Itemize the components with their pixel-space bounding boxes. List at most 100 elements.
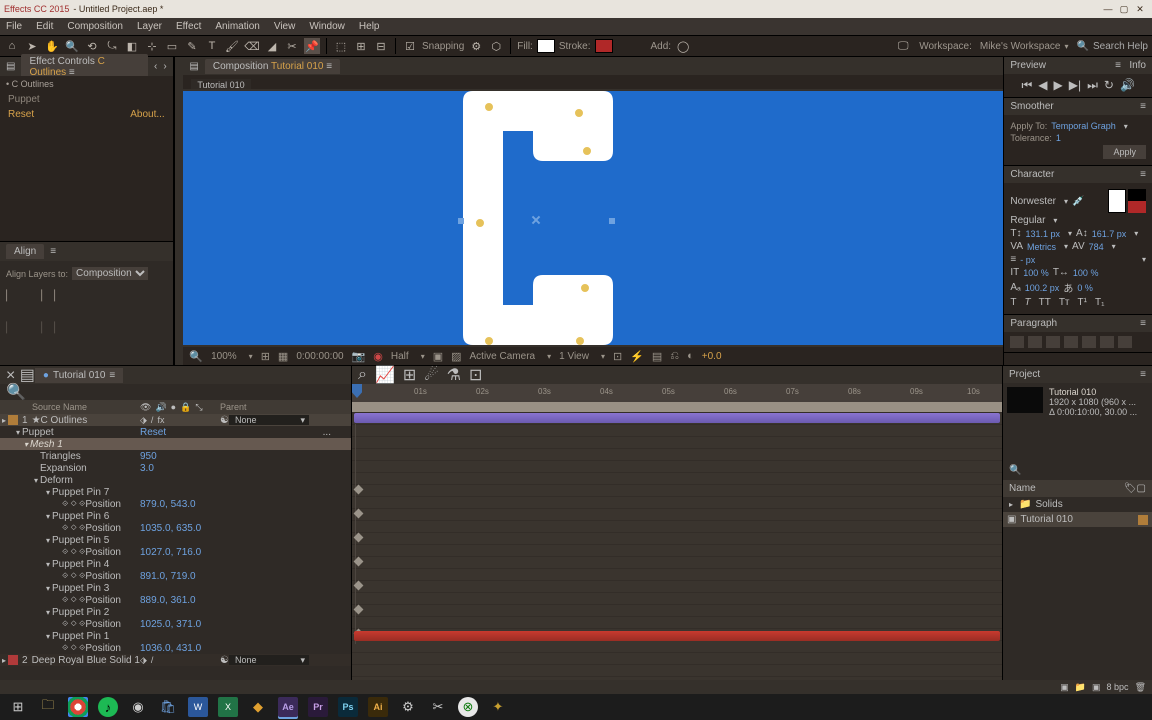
layer-row[interactable]: ▸1★ C Outlines ⬗/fx ☯None xyxy=(0,414,351,426)
parent-dropdown[interactable]: None xyxy=(229,415,309,425)
view-layout[interactable]: 1 View xyxy=(559,351,589,362)
project-item[interactable]: ▣Tutorial 010 xyxy=(1003,512,1152,527)
position-row[interactable]: ⟐ ◇ ⟐ Position1027.0, 716.0 xyxy=(0,546,351,558)
stroke-color-swatch[interactable] xyxy=(1128,189,1146,201)
dist-center-icon[interactable]: ⎹ xyxy=(30,320,44,334)
new-comp-icon[interactable]: ▣ xyxy=(1092,682,1101,693)
exposure-reset-icon[interactable]: ◐ xyxy=(687,350,694,362)
align-left-p-icon[interactable] xyxy=(1010,336,1024,348)
zoom-value[interactable]: 100% xyxy=(211,351,237,362)
first-frame-icon[interactable]: ⏮ xyxy=(1021,78,1032,93)
menu-effect[interactable]: Effect xyxy=(176,21,201,32)
orbit-tool-icon[interactable]: ⟲ xyxy=(84,38,100,54)
menu-animation[interactable]: Animation xyxy=(215,21,259,32)
brush-tool-icon[interactable]: 🖌 xyxy=(224,38,240,54)
search-icon[interactable]: 🔍 xyxy=(1009,465,1021,476)
keyframe-icon[interactable] xyxy=(354,605,364,615)
maximize-button[interactable]: ▢ xyxy=(1116,4,1132,15)
font-family[interactable]: Norwester xyxy=(1010,196,1056,207)
align-center-p-icon[interactable] xyxy=(1028,336,1042,348)
align-hcenter-icon[interactable]: ⎹ xyxy=(30,288,44,302)
magnify-icon[interactable]: 🔍 xyxy=(189,350,203,363)
start-button[interactable]: ⊞ xyxy=(8,697,28,717)
selection-tool-icon[interactable]: ➤ xyxy=(24,38,40,54)
steam-icon[interactable]: ◉ xyxy=(128,697,148,717)
prev-frame-icon[interactable]: ◀ xyxy=(1038,78,1047,93)
timeline-icon[interactable]: ▤ xyxy=(652,350,662,363)
parent-dropdown[interactable]: None xyxy=(229,655,309,665)
word-icon[interactable]: W xyxy=(188,697,208,717)
keyframe-icon[interactable] xyxy=(354,485,364,495)
justify-left-icon[interactable] xyxy=(1064,336,1078,348)
justify-right-icon[interactable] xyxy=(1100,336,1114,348)
anchor-tool-icon[interactable]: ⊹ xyxy=(144,38,160,54)
snap-opt2-icon[interactable]: ⬡ xyxy=(488,38,504,54)
keyframe-icon[interactable] xyxy=(354,533,364,543)
snip-icon[interactable]: ✂ xyxy=(428,697,448,717)
composition-tab[interactable]: Composition Tutorial 010 ≡ xyxy=(205,59,340,74)
fill-swatch[interactable] xyxy=(537,39,555,53)
applyto-value[interactable]: Temporal Graph xyxy=(1051,121,1116,131)
prop-row[interactable]: Triangles950 xyxy=(0,450,351,462)
fill-color-swatch[interactable] xyxy=(1108,189,1126,213)
dist-left-icon[interactable]: ⎸ xyxy=(6,320,20,334)
add-dropdown-icon[interactable]: ◯ xyxy=(675,38,691,54)
align-right-p-icon[interactable] xyxy=(1046,336,1060,348)
eraser-tool-icon[interactable]: ◢ xyxy=(264,38,280,54)
info-tab[interactable]: Info xyxy=(1129,60,1146,71)
layer-bar[interactable] xyxy=(354,413,1000,423)
col-parent[interactable]: Parent xyxy=(220,402,247,412)
mute-icon[interactable]: 🔊 xyxy=(1120,78,1135,93)
store-icon[interactable]: 🛍 xyxy=(158,697,178,717)
prop-row[interactable]: Expansion3.0 xyxy=(0,462,351,474)
minimize-button[interactable]: — xyxy=(1100,4,1116,14)
tl-graph-icon[interactable]: 📈 xyxy=(375,365,395,385)
menu-edit[interactable]: Edit xyxy=(36,21,53,32)
illustrator-icon[interactable]: Ai xyxy=(368,697,388,717)
leading-value[interactable]: 161.7 px xyxy=(1092,229,1127,239)
eye-icon[interactable]: 👁 xyxy=(140,402,151,413)
fx-puppet-label[interactable]: Puppet xyxy=(8,94,40,105)
puppet-pin-row[interactable]: ▾Puppet Pin 7 xyxy=(0,486,351,498)
project-folder[interactable]: ▸📁Solids xyxy=(1003,497,1152,512)
smallcaps-icon[interactable]: Tᴛ xyxy=(1059,297,1070,308)
search-icon[interactable]: 🔍 xyxy=(6,382,26,402)
stroke-color2-swatch[interactable] xyxy=(1128,201,1146,213)
timeline-tab[interactable]: ●Tutorial 010 ≡ xyxy=(35,368,123,383)
anchor-point-icon[interactable] xyxy=(531,215,541,225)
position-row[interactable]: ⟐ ◇ ⟐ Position879.0, 543.0 xyxy=(0,498,351,510)
panel-nav-left-icon[interactable]: ‹ xyxy=(154,61,157,72)
home-icon[interactable]: ⌂ xyxy=(4,38,20,54)
work-area-bar[interactable] xyxy=(352,402,1002,412)
rect-tool-icon[interactable]: ▭ xyxy=(164,38,180,54)
pickwhip-icon[interactable]: ☯ xyxy=(220,415,229,426)
play-icon[interactable]: ▶ xyxy=(1054,78,1063,93)
menu-layer[interactable]: Layer xyxy=(137,21,162,32)
position-row[interactable]: ⟐ ◇ ⟐ Position1025.0, 371.0 xyxy=(0,618,351,630)
menu-file[interactable]: File xyxy=(6,21,22,32)
puppet-pin-row[interactable]: ▾Puppet Pin 4 xyxy=(0,558,351,570)
photoshop-icon[interactable]: Ps xyxy=(338,697,358,717)
pickwhip-icon[interactable]: ☯ xyxy=(220,655,229,666)
menu-window[interactable]: Window xyxy=(309,21,345,32)
exposure-value[interactable]: +0.0 xyxy=(702,351,722,362)
region-icon[interactable]: ▣ xyxy=(433,350,443,363)
audio-icon[interactable]: 🔊 xyxy=(155,402,166,413)
tl-frame-blend-icon[interactable]: ⊞ xyxy=(403,365,416,385)
smoother-tab[interactable]: Smoother xyxy=(1010,101,1053,112)
flowchart-icon[interactable]: ⎌ xyxy=(670,350,679,363)
shy-icon[interactable]: ⤡ xyxy=(195,402,202,413)
text-tool-icon[interactable]: T xyxy=(204,38,220,54)
name-column[interactable]: Name xyxy=(1009,483,1036,494)
handle-icon[interactable] xyxy=(609,218,615,224)
snapshot-icon[interactable]: 📷 xyxy=(352,350,366,363)
puppet-pin-row[interactable]: ▾Puppet Pin 6 xyxy=(0,510,351,522)
bpc-label[interactable]: 8 bpc xyxy=(1107,682,1129,692)
resolution-value[interactable]: Half xyxy=(391,351,409,362)
align-left-icon[interactable]: ⎸ xyxy=(6,288,20,302)
allcaps-icon[interactable]: TT xyxy=(1039,297,1051,308)
prop-row[interactable]: ▾PuppetReset... xyxy=(0,426,351,438)
screen-icon[interactable]: 🖵 xyxy=(895,38,911,54)
mesh-row[interactable]: ▾Mesh 1 xyxy=(0,438,351,450)
workspace-value[interactable]: Mike's Workspace▾ xyxy=(980,41,1069,52)
